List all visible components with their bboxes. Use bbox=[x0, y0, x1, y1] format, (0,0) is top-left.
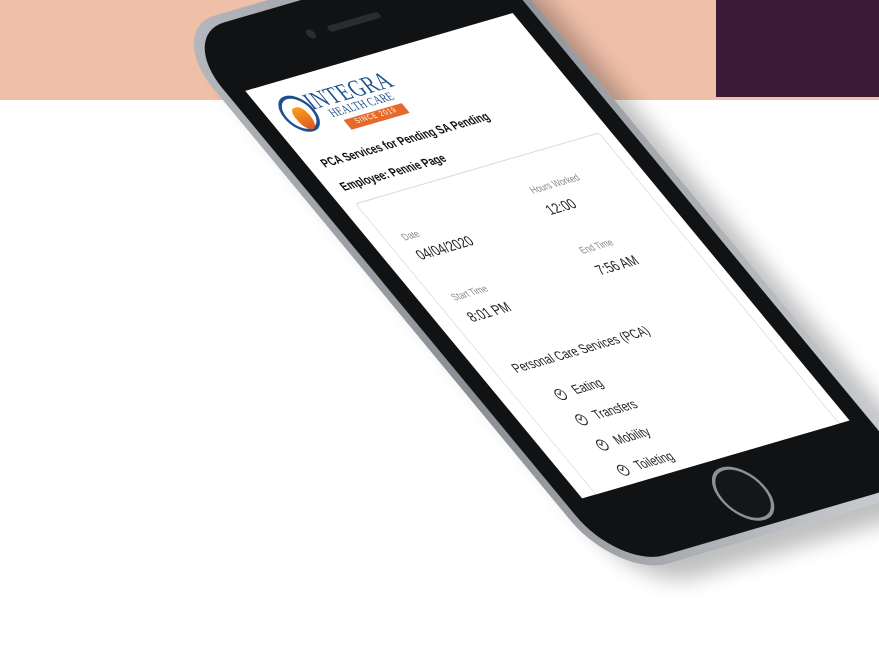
check-circle-icon bbox=[635, 489, 654, 499]
start-time-label: Start Time bbox=[448, 283, 491, 303]
hours-value: 12:00 bbox=[541, 195, 581, 218]
home-button[interactable] bbox=[699, 460, 788, 527]
service-label: Eating bbox=[567, 375, 608, 398]
check-circle-icon bbox=[572, 413, 591, 427]
service-item-eating[interactable]: Eating bbox=[550, 375, 607, 402]
service-label: Behavior bbox=[650, 472, 702, 498]
check-circle-icon bbox=[593, 438, 612, 452]
date-label: Date bbox=[398, 228, 423, 243]
service-item-behavior[interactable]: Behavior bbox=[633, 472, 702, 499]
service-item-toileting[interactable]: Toileting bbox=[613, 449, 678, 478]
phone-device: INTEGRA HEALTH CARE SINCE 2019 PCA Servi… bbox=[165, 0, 879, 602]
front-camera bbox=[303, 28, 319, 40]
end-time-value: 7:56 AM bbox=[590, 251, 643, 279]
end-time-label: End Time bbox=[576, 236, 617, 256]
app-screen: INTEGRA HEALTH CARE SINCE 2019 PCA Servi… bbox=[245, 13, 850, 499]
service-label: Mobility bbox=[609, 424, 655, 448]
earpiece-speaker bbox=[325, 11, 383, 33]
service-label: Transfers bbox=[588, 396, 642, 423]
phone-face: INTEGRA HEALTH CARE SINCE 2019 PCA Servi… bbox=[178, 0, 879, 569]
pca-section-title: Personal Care Services (PCA) bbox=[507, 323, 654, 376]
service-item-mobility[interactable]: Mobility bbox=[592, 424, 654, 453]
check-circle-icon bbox=[614, 463, 633, 478]
hours-label: Hours Worked bbox=[526, 172, 583, 196]
service-label: Toileting bbox=[630, 448, 678, 473]
timesheet-card[interactable]: Date 04/04/2020 Hours Worked 12:00 Start… bbox=[354, 132, 850, 499]
start-time-value: 8:01 PM bbox=[462, 298, 516, 326]
service-item-transfers[interactable]: Transfers bbox=[571, 397, 641, 428]
check-circle-icon bbox=[551, 388, 570, 402]
